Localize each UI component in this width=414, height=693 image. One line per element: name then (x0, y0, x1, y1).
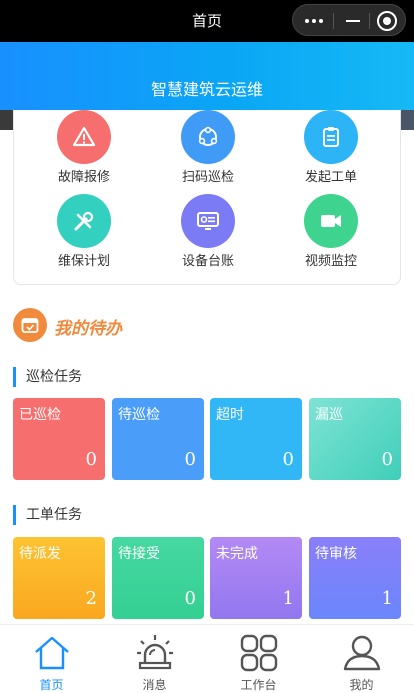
tile-label: 未完成 (216, 546, 258, 562)
tile-to-accept[interactable]: 待接受 0 (112, 537, 204, 619)
tile-count: 1 (282, 588, 294, 609)
tile-missed[interactable]: 漏巡 0 (309, 398, 401, 480)
tile-label: 待巡检 (118, 407, 160, 423)
function-label: 发起工单 (304, 170, 357, 185)
alarm-icon (137, 635, 173, 670)
function-label: 故障报修 (57, 170, 110, 185)
function-label: 设备台账 (181, 254, 234, 269)
grid-icon (240, 634, 278, 672)
minimize-icon[interactable] (343, 11, 363, 31)
function-video-monitor[interactable]: 视频监控 (276, 194, 386, 269)
capsule-divider (333, 13, 334, 29)
function-card: 故障报修 扫码巡检 发起工单 维保计划 设备台账 视频监控 (13, 110, 401, 285)
function-create-order[interactable]: 发起工单 (276, 110, 386, 185)
tab-workbench[interactable]: 工作台 (207, 625, 310, 693)
function-label: 维保计划 (57, 254, 110, 269)
tile-label: 已巡检 (19, 407, 61, 423)
function-label: 视频监控 (304, 254, 357, 269)
tile-count: 1 (381, 588, 393, 609)
function-fault-repair[interactable]: 故障报修 (29, 110, 139, 185)
tile-label: 待审核 (315, 546, 357, 562)
mini-program-capsule (292, 4, 406, 36)
tile-overdue[interactable]: 超时 0 (210, 398, 302, 480)
user-icon (343, 635, 381, 671)
tile-label: 待派发 (19, 546, 61, 562)
function-label: 扫码巡检 (181, 170, 234, 185)
calendar-icon (13, 308, 47, 342)
video-camera-icon (304, 194, 358, 248)
navigation-bar: 首页 (0, 0, 414, 42)
inspection-section-title: 巡检任务 (13, 367, 82, 387)
function-device-ledger[interactable]: 设备台账 (153, 194, 263, 269)
capsule-divider (369, 13, 370, 29)
app-title: 智慧建筑云运维 (150, 80, 263, 99)
tab-label: 首页 (39, 678, 64, 692)
tab-label: 消息 (142, 678, 167, 692)
device-icon (181, 194, 235, 248)
function-maintenance-plan[interactable]: 维保计划 (29, 194, 139, 269)
tile-count: 2 (85, 588, 97, 609)
tile-to-dispatch[interactable]: 待派发 2 (13, 537, 105, 619)
tile-incomplete[interactable]: 未完成 1 (210, 537, 302, 619)
warning-icon (57, 110, 111, 164)
tile-count: 0 (381, 449, 393, 470)
tab-mine[interactable]: 我的 (310, 625, 413, 693)
tab-bar: 首页 消息 工作台 我的 (0, 624, 414, 693)
tab-label: 我的 (349, 678, 374, 692)
todo-title: 我的待办 (54, 319, 122, 339)
tile-count: 0 (184, 588, 196, 609)
clipboard-icon (304, 110, 358, 164)
tab-label: 工作台 (240, 678, 277, 692)
tile-count: 0 (85, 449, 97, 470)
more-icon[interactable] (305, 11, 325, 31)
tile-pending-inspection[interactable]: 待巡检 0 (112, 398, 204, 480)
tile-count: 0 (282, 449, 294, 470)
banner-edge-left (0, 110, 14, 130)
scan-icon (181, 110, 235, 164)
workorder-section-title: 工单任务 (13, 505, 82, 525)
tab-home[interactable]: 首页 (0, 625, 103, 693)
tile-label: 漏巡 (315, 407, 343, 423)
tile-label: 超时 (216, 407, 244, 423)
function-scan-inspect[interactable]: 扫码巡检 (153, 110, 263, 185)
tools-icon (57, 194, 111, 248)
banner-edge-right (400, 110, 414, 130)
page: 首页 智慧建筑云运维 故障报修 扫码巡检 发起工单 维保计划 设备台账 视频监控… (0, 0, 414, 693)
app-header: 智慧建筑云运维 (0, 42, 414, 110)
tile-to-review[interactable]: 待审核 1 (309, 537, 401, 619)
tile-label: 待接受 (118, 546, 160, 562)
tab-messages[interactable]: 消息 (103, 625, 206, 693)
close-target-icon[interactable] (377, 11, 397, 31)
home-icon (35, 636, 69, 670)
tile-count: 0 (184, 449, 196, 470)
tile-inspected[interactable]: 已巡检 0 (13, 398, 105, 480)
